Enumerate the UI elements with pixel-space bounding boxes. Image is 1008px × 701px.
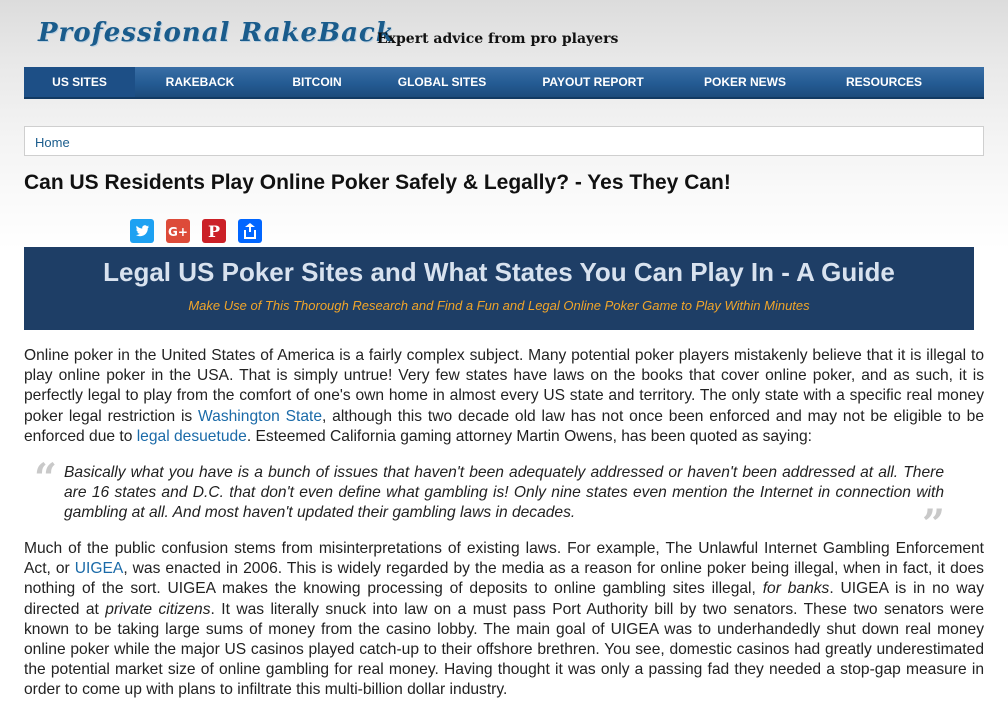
- uigea-emphasis-banks: for banks: [762, 580, 830, 598]
- intro-text-3: . Esteemed California gaming attorney Ma…: [246, 427, 812, 445]
- twitter-icon: [136, 225, 149, 237]
- banner-title: Legal US Poker Sites and What States You…: [103, 257, 895, 287]
- page-title: Can US Residents Play Online Poker Safel…: [24, 171, 731, 194]
- twitter-share-button[interactable]: [130, 219, 154, 243]
- guide-banner: Legal US Poker Sites and What States You…: [24, 247, 974, 330]
- banner-subtitle: Make Use of This Thorough Research and F…: [188, 298, 810, 313]
- open-quote-icon: “: [34, 455, 58, 502]
- legal-desuetude-link[interactable]: legal desuetude: [137, 428, 247, 445]
- nav-item-us-sites[interactable]: US SITES: [24, 67, 135, 97]
- nav-item-bitcoin[interactable]: BITCOIN: [278, 67, 356, 97]
- quote-text: Basically what you have is a bunch of is…: [64, 464, 944, 522]
- washington-state-link[interactable]: Washington State: [198, 408, 322, 425]
- share-more-button[interactable]: [238, 219, 262, 243]
- google-plus-share-button[interactable]: G+: [166, 219, 190, 243]
- pinterest-icon: P: [208, 222, 220, 241]
- nav-item-global-sites[interactable]: GLOBAL SITES: [388, 67, 496, 97]
- nav-item-rakeback[interactable]: RAKEBACK: [152, 67, 248, 97]
- site-tagline: Expert advice from pro players: [377, 31, 619, 47]
- svg-text:G+: G+: [168, 225, 188, 239]
- uigea-paragraph: Much of the public confusion stems from …: [24, 539, 984, 701]
- uigea-emphasis-private-citizens: private citizens: [105, 600, 211, 618]
- google-plus-icon: G+: [168, 225, 188, 239]
- nav-item-poker-news[interactable]: POKER NEWS: [692, 67, 798, 97]
- svg-text:P: P: [208, 222, 220, 241]
- pinterest-share-button[interactable]: P: [202, 219, 226, 243]
- intro-paragraph: Online poker in the United States of Ame…: [24, 346, 984, 447]
- site-logo[interactable]: Professional RakeBack: [38, 18, 395, 48]
- share-icon: [244, 223, 256, 239]
- main-nav: US SITES RAKEBACK BITCOIN GLOBAL SITES P…: [24, 67, 984, 99]
- blockquote: “ Basically what you have is a bunch of …: [24, 459, 984, 545]
- breadcrumb-home-link[interactable]: Home: [35, 135, 70, 150]
- breadcrumb: Home: [24, 126, 984, 156]
- uigea-link[interactable]: UIGEA: [75, 560, 124, 577]
- nav-item-payout-report[interactable]: PAYOUT REPORT: [532, 67, 654, 97]
- nav-item-resources[interactable]: RESOURCES: [834, 67, 934, 97]
